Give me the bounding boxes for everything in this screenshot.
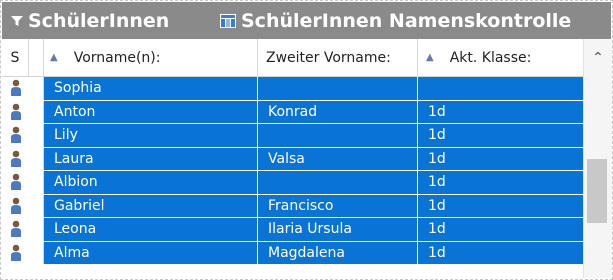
cell-zweiter-vorname[interactable] bbox=[258, 77, 418, 100]
cell-vorname[interactable]: Alma bbox=[44, 241, 258, 264]
column-header-klasse[interactable]: ▲ Akt. Klasse: bbox=[418, 39, 583, 76]
scroll-up-icon[interactable]: ⌃ bbox=[584, 39, 612, 76]
cell-zweiter-vorname[interactable]: Magdalena bbox=[258, 241, 418, 264]
table-icon bbox=[219, 13, 237, 29]
user-icon bbox=[2, 77, 29, 100]
row-spacer bbox=[29, 241, 44, 264]
table-row[interactable]: Gabriel Francisco 1d bbox=[2, 194, 583, 218]
tab-schuelerinnen[interactable]: SchülerInnen bbox=[10, 2, 169, 39]
cell-vorname[interactable]: Sophia bbox=[44, 77, 258, 100]
cell-klasse[interactable]: 1d bbox=[418, 241, 583, 264]
table-row[interactable]: Sophia bbox=[2, 77, 583, 101]
cell-zweiter-vorname[interactable]: Valsa bbox=[258, 147, 418, 170]
cell-zweiter-vorname[interactable] bbox=[258, 124, 418, 147]
row-spacer bbox=[29, 124, 44, 147]
column-header-zweiter-vorname[interactable]: Zweiter Vorname: bbox=[258, 39, 418, 76]
scrollbar-thumb[interactable] bbox=[587, 159, 607, 223]
user-icon bbox=[2, 171, 29, 194]
table-row[interactable]: Alma Magdalena 1d bbox=[2, 241, 583, 265]
cell-vorname[interactable]: Leona bbox=[44, 218, 258, 241]
cell-vorname[interactable]: Lily bbox=[44, 124, 258, 147]
vertical-scrollbar[interactable]: ⌃ bbox=[583, 39, 612, 278]
filter-icon bbox=[10, 14, 24, 28]
cell-zweiter-vorname[interactable] bbox=[258, 171, 418, 194]
user-icon bbox=[2, 241, 29, 264]
column-header-row: S ▲ Vorname(n): Zweiter Vorname: ▲ Akt. … bbox=[2, 39, 583, 77]
cell-klasse[interactable]: 1d bbox=[418, 124, 583, 147]
user-icon bbox=[2, 218, 29, 241]
cell-klasse[interactable]: 1d bbox=[418, 218, 583, 241]
column-header-spacer bbox=[29, 39, 44, 76]
cell-zweiter-vorname[interactable]: Ilaria Ursula bbox=[258, 218, 418, 241]
row-spacer bbox=[29, 171, 44, 194]
table-row[interactable]: Leona Ilaria Ursula 1d bbox=[2, 218, 583, 242]
table-row[interactable]: Anton Konrad 1d bbox=[2, 100, 583, 124]
cell-klasse[interactable]: 1d bbox=[418, 147, 583, 170]
table-body: Sophia Anton Konrad 1d Lily 1d Laura Val… bbox=[2, 77, 583, 265]
row-spacer bbox=[29, 100, 44, 123]
cell-zweiter-vorname[interactable]: Konrad bbox=[258, 100, 418, 123]
user-icon bbox=[2, 124, 29, 147]
user-icon bbox=[2, 100, 29, 123]
column-header-status[interactable]: S bbox=[2, 39, 29, 76]
column-header-label: Zweiter Vorname: bbox=[266, 49, 391, 66]
row-spacer bbox=[29, 194, 44, 217]
cell-zweiter-vorname[interactable]: Francisco bbox=[258, 194, 418, 217]
cell-vorname[interactable]: Gabriel bbox=[44, 194, 258, 217]
row-spacer bbox=[29, 147, 44, 170]
sort-ascending-icon: ▲ bbox=[50, 52, 58, 63]
cell-klasse[interactable]: 1d bbox=[418, 100, 583, 123]
user-icon bbox=[2, 194, 29, 217]
row-spacer bbox=[29, 77, 44, 100]
cell-klasse[interactable]: 1d bbox=[418, 171, 583, 194]
tab-label: SchülerInnen bbox=[28, 9, 170, 32]
row-spacer bbox=[29, 218, 44, 241]
cell-vorname[interactable]: Laura bbox=[44, 147, 258, 170]
cell-vorname[interactable]: Anton bbox=[44, 100, 258, 123]
cell-vorname[interactable]: Albion bbox=[44, 171, 258, 194]
sort-ascending-icon: ▲ bbox=[426, 52, 434, 63]
tab-namenskontrolle[interactable]: SchülerInnen Namenskontrolle bbox=[219, 2, 571, 39]
column-header-vorname[interactable]: ▲ Vorname(n): bbox=[44, 39, 258, 76]
table-row[interactable]: Laura Valsa 1d bbox=[2, 147, 583, 171]
cell-klasse[interactable] bbox=[418, 77, 583, 100]
table-row[interactable]: Lily 1d bbox=[2, 124, 583, 148]
column-header-label: Vorname(n): bbox=[73, 49, 161, 66]
column-header-label: Akt. Klasse: bbox=[449, 49, 532, 66]
cell-klasse[interactable]: 1d bbox=[418, 194, 583, 217]
tab-bar: SchülerInnen SchülerInnen Namenskontroll… bbox=[2, 2, 611, 39]
tab-label: SchülerInnen Namenskontrolle bbox=[241, 9, 572, 32]
user-icon bbox=[2, 147, 29, 170]
table-row[interactable]: Albion 1d bbox=[2, 171, 583, 195]
